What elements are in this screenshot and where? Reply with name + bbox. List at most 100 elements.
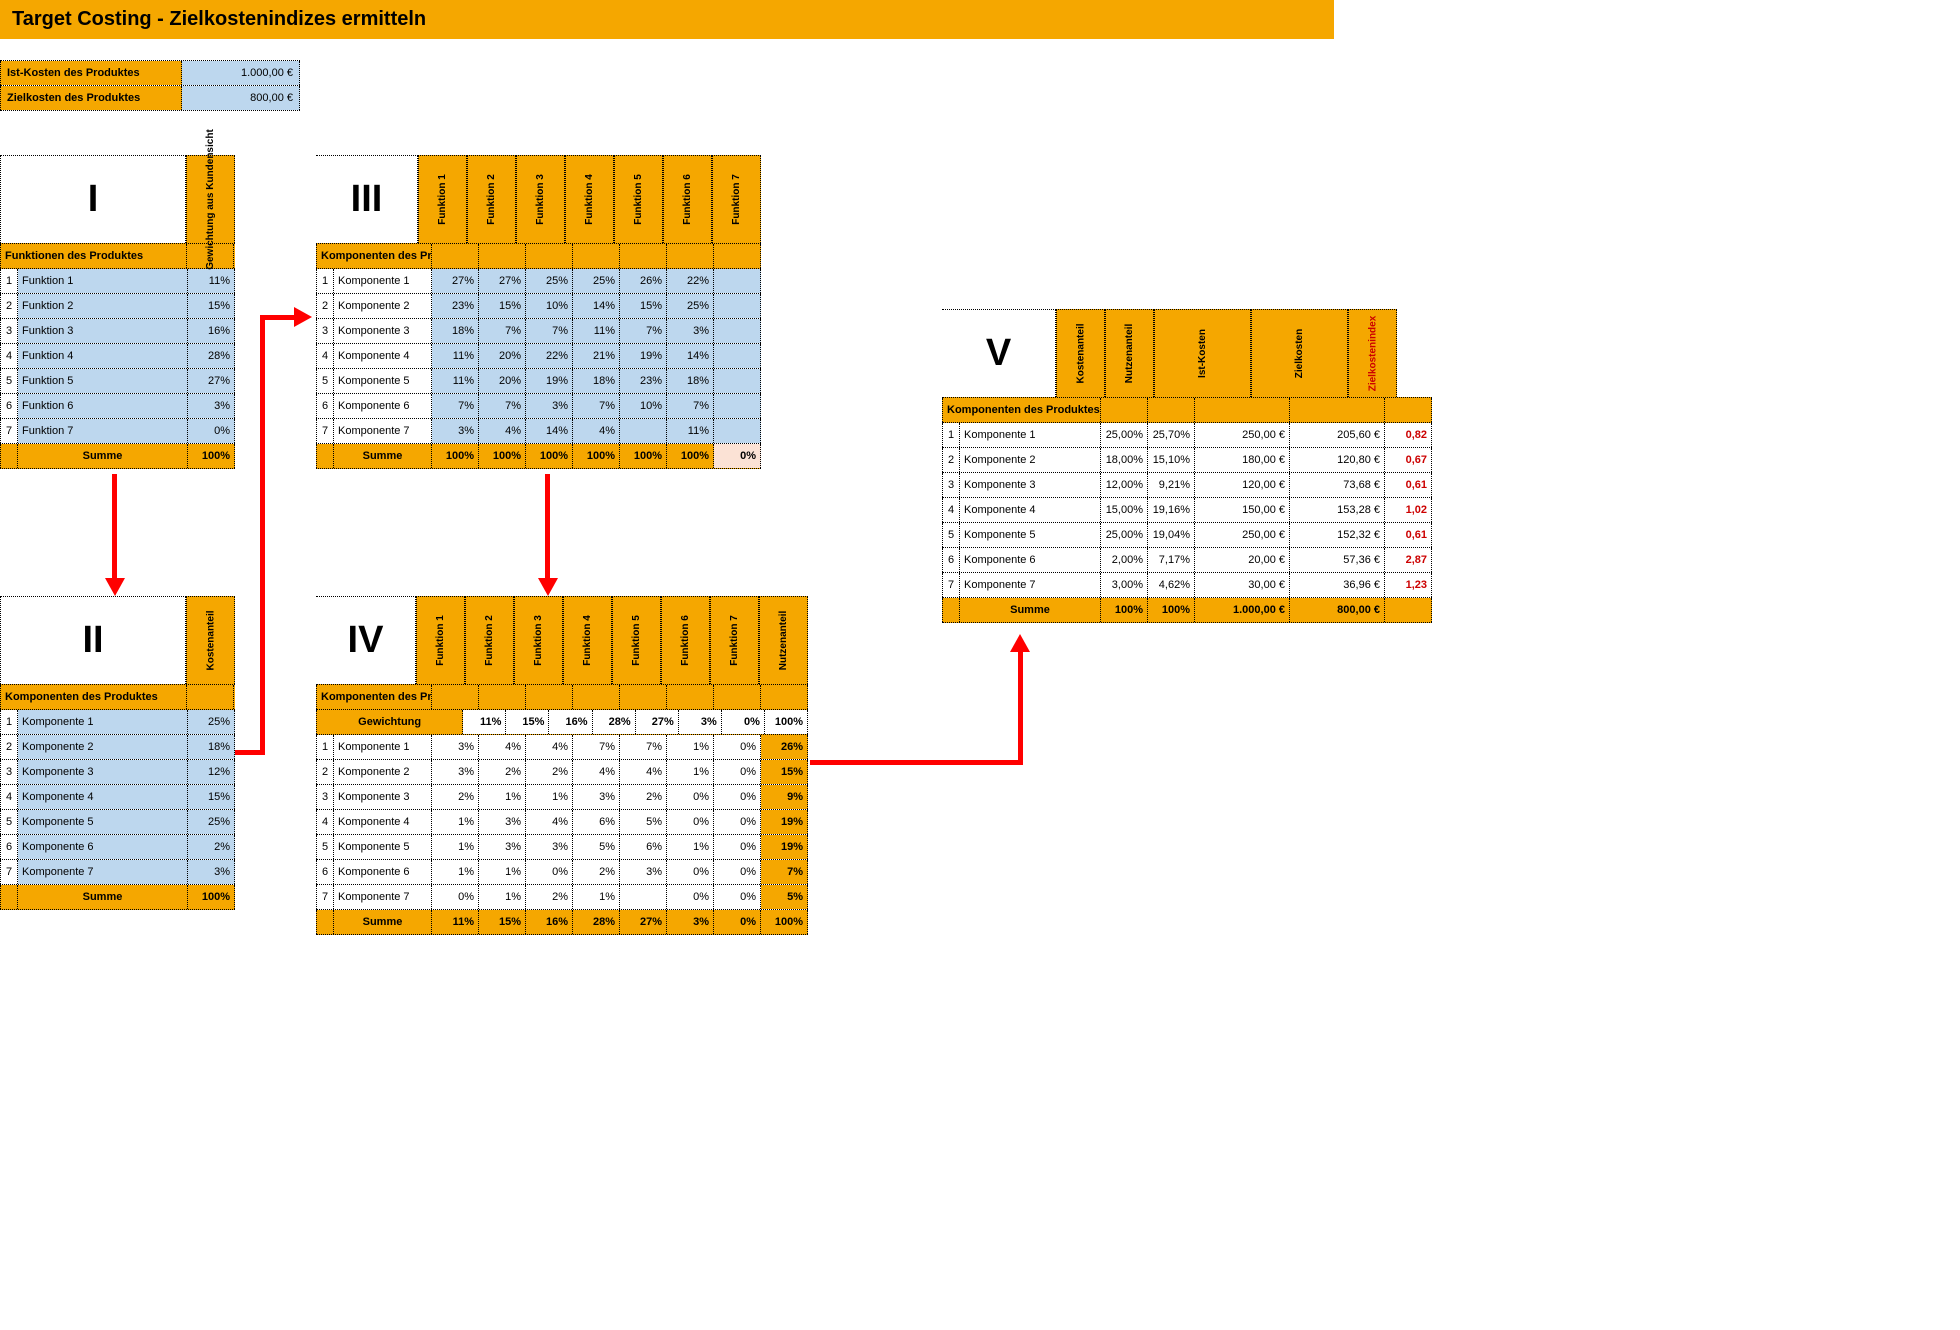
- row-value: 25%: [188, 810, 235, 834]
- cell: 19,04%: [1148, 523, 1195, 547]
- row-name: Komponente 5: [334, 369, 432, 393]
- cell: 7%: [667, 394, 714, 418]
- cell: 0,82: [1385, 423, 1432, 447]
- cell: 4%: [620, 760, 667, 784]
- row-index: 6: [316, 394, 334, 418]
- row-name: Funktion 3: [18, 319, 188, 343]
- cell: 18%: [667, 369, 714, 393]
- col-head: Funktion 4: [563, 596, 612, 684]
- cell: 4%: [526, 810, 573, 834]
- table-row: 7 Komponente 73,00%4,62%30,00 €36,96 €1,…: [942, 573, 1432, 598]
- spacer: [1195, 398, 1290, 422]
- row-index: 3: [316, 785, 334, 809]
- row-index: 3: [316, 319, 334, 343]
- row-index: 4: [316, 810, 334, 834]
- row-value: 15%: [188, 294, 235, 318]
- spacer: [942, 598, 960, 622]
- col-head: Funktion 5: [612, 596, 661, 684]
- row-name: Komponente 7: [334, 419, 432, 443]
- block-2-caption: Komponenten des Produktes: [0, 685, 187, 709]
- row-index: 6: [316, 860, 334, 884]
- sum-cell: 0%: [714, 910, 761, 934]
- row-name: Komponente 3: [960, 473, 1101, 497]
- cell: 7%: [620, 319, 667, 343]
- row-value: 16%: [188, 319, 235, 343]
- sum-cell: 0%: [714, 444, 761, 468]
- cell: [714, 369, 761, 393]
- row-index: 1: [942, 423, 960, 447]
- row-index: 2: [0, 735, 18, 759]
- weight-cell: 27%: [636, 710, 679, 734]
- cell: 152,32 €: [1290, 523, 1385, 547]
- sum-cell: 100%: [620, 444, 667, 468]
- spacer: [479, 685, 526, 709]
- table-row: 1 Komponente 1 25%: [0, 710, 235, 735]
- row-name: Komponente 6: [334, 860, 432, 884]
- spacer: [187, 685, 234, 709]
- col-head: Funktion 3: [514, 596, 563, 684]
- table-row: 1 Komponente 125,00%25,70%250,00 €205,60…: [942, 423, 1432, 448]
- row-name: Komponente 4: [334, 810, 432, 834]
- row-value: 12%: [188, 760, 235, 784]
- cell: 1%: [667, 735, 714, 759]
- sum-cell: 100%: [1101, 598, 1148, 622]
- spacer: [0, 444, 18, 468]
- block-4: IV Funktion 1Funktion 2Funktion 3Funktio…: [316, 596, 808, 935]
- cell: 4%: [573, 419, 620, 443]
- row-index: 7: [316, 885, 334, 909]
- table-row: 6 Komponente 67%7%3%7%10%7%: [316, 394, 761, 419]
- cell: 7%: [432, 394, 479, 418]
- cell: 3%: [573, 785, 620, 809]
- cell: 18%: [573, 369, 620, 393]
- table-row: 1 Komponente 127%27%25%25%26%22%: [316, 269, 761, 294]
- cell: 15%: [620, 294, 667, 318]
- cell: 3%: [526, 394, 573, 418]
- block-4-caption: Komponenten des Produktes: [316, 685, 432, 709]
- cell: 21%: [573, 344, 620, 368]
- cell: 25,00%: [1101, 423, 1148, 447]
- spacer: [667, 244, 714, 268]
- cell: [714, 294, 761, 318]
- table-row: 1 Funktion 1 11%: [0, 269, 235, 294]
- row-name: Komponente 3: [334, 319, 432, 343]
- cell: 205,60 €: [1290, 423, 1385, 447]
- spacer: [1101, 398, 1148, 422]
- cell: 180,00 €: [1195, 448, 1290, 472]
- weight-cell: 16%: [549, 710, 592, 734]
- cell: [714, 394, 761, 418]
- block-4-sum-label: Summe: [334, 910, 432, 934]
- weight-cell: 28%: [593, 710, 636, 734]
- sum-cell: 100%: [432, 444, 479, 468]
- table-row: 3 Funktion 3 16%: [0, 319, 235, 344]
- cell: 2,00%: [1101, 548, 1148, 572]
- table-row: 5 Komponente 51%3%3%5%6%1%0%19%: [316, 835, 808, 860]
- cell: 7%: [620, 735, 667, 759]
- sum-cell: [1385, 598, 1432, 622]
- cell: 14%: [526, 419, 573, 443]
- nutzen-cell: 19%: [761, 835, 808, 859]
- block-1-sum-label: Summe: [18, 444, 188, 468]
- table-row: 3 Komponente 3 12%: [0, 760, 235, 785]
- cell: [714, 344, 761, 368]
- row-index: 2: [942, 448, 960, 472]
- col-head: Funktion 2: [465, 596, 514, 684]
- ziel-kosten-value: 800,00 €: [182, 86, 300, 110]
- table-row: 2 Komponente 223%15%10%14%15%25%: [316, 294, 761, 319]
- row-index: 1: [0, 710, 18, 734]
- table-row: 4 Funktion 4 28%: [0, 344, 235, 369]
- sum-cell: 100%: [1148, 598, 1195, 622]
- row-name: Komponente 1: [334, 735, 432, 759]
- spacer: [0, 885, 18, 909]
- cell: 6%: [573, 810, 620, 834]
- spacer: [620, 685, 667, 709]
- cell: 30,00 €: [1195, 573, 1290, 597]
- spacer: [620, 244, 667, 268]
- block-5-caption: Komponenten des Produktes: [942, 398, 1101, 422]
- row-name: Komponente 7: [960, 573, 1101, 597]
- cell: 2%: [479, 760, 526, 784]
- cell: 22%: [526, 344, 573, 368]
- nutzen-cell: 5%: [761, 885, 808, 909]
- row-name: Komponente 7: [18, 860, 188, 884]
- cell: 3%: [620, 860, 667, 884]
- sum-cell: 28%: [573, 910, 620, 934]
